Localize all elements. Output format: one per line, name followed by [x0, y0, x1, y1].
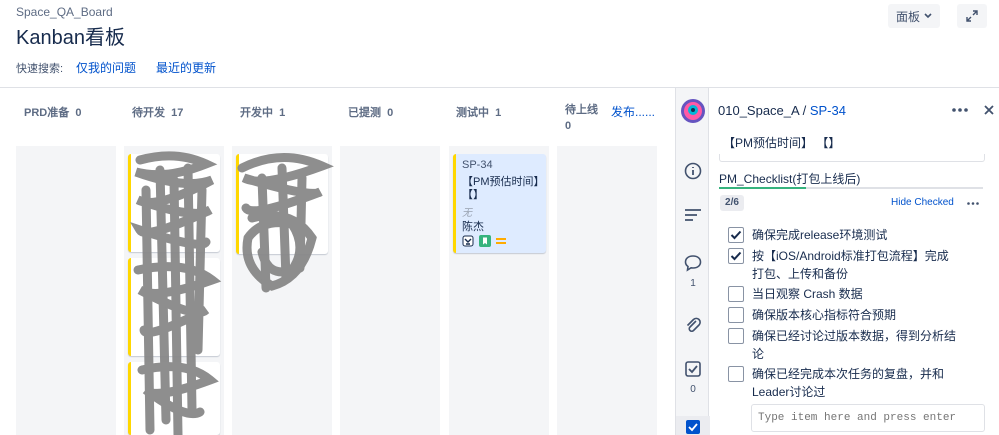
column-header-release[interactable]: 发布......: [611, 103, 655, 120]
column-header-prd: PRD准备 0: [24, 107, 82, 119]
quick-search-label: 快速搜索:: [16, 63, 64, 75]
checklist-title: PM_Checklist(打包上线后): [719, 172, 861, 186]
checklist-icon: [685, 361, 701, 377]
comments-count: 1: [690, 278, 696, 289]
summary-field-edge: [719, 154, 985, 162]
checkbox-checked[interactable]: [728, 227, 744, 243]
priority-medium-icon: [496, 238, 506, 244]
check-icon: [730, 230, 742, 240]
issue-breadcrumb: 010_Space_A / SP-34: [718, 103, 846, 118]
checklist-progress-badge: 2/6: [720, 195, 744, 211]
checkbox-unchecked[interactable]: [728, 366, 744, 382]
checkbox-checked[interactable]: [728, 248, 744, 264]
checklist-item[interactable]: 确保已经完成本次任务的复盘，并和Leader讨论过: [728, 365, 958, 401]
checklist-new-item-input[interactable]: [751, 404, 985, 432]
more-actions-icon[interactable]: [952, 108, 968, 112]
expand-icon: [966, 10, 978, 22]
checklist-item-text: 当日观察 Crash 数据: [752, 287, 863, 301]
project-name[interactable]: Space_QA_Board: [16, 5, 113, 19]
project-avatar-icon: [681, 99, 705, 123]
card-assignee: 陈杰: [462, 221, 484, 233]
selected-issue-card[interactable]: SP-34 【PM预估时间】【】 无 陈杰: [453, 154, 546, 253]
comment-icon: [684, 255, 702, 272]
checklist-tab[interactable]: [676, 360, 710, 378]
column-header-submitted: 已提测 0: [348, 107, 394, 119]
checkbox-unchecked[interactable]: [728, 286, 744, 302]
hide-checked-link[interactable]: Hide Checked: [891, 197, 954, 208]
column-prd: [16, 146, 116, 435]
project-avatar[interactable]: [676, 98, 710, 124]
description-icon: [685, 209, 701, 221]
checklist-count: 0: [690, 384, 696, 395]
info-icon: [684, 162, 702, 180]
card-empty-field: 无: [462, 208, 472, 219]
column-to-release: [557, 146, 657, 435]
breadcrumb-project[interactable]: 010_Space_A: [718, 103, 799, 118]
checklist-more-icon[interactable]: [967, 202, 979, 205]
quick-filter-my-issues[interactable]: 仅我的问题: [76, 59, 136, 76]
avatar-icon: [462, 235, 474, 247]
board-menu-label: 面板: [895, 9, 920, 24]
chevron-down-icon: [924, 13, 932, 19]
checklist-item-text: 确保版本核心指标符合预期: [752, 308, 897, 322]
issue-summary[interactable]: 【PM预估时间】 【】: [723, 134, 840, 151]
check-icon: [730, 251, 742, 261]
column-header-in-dev: 开发中 1: [240, 107, 286, 119]
checkbox-unchecked[interactable]: [728, 328, 744, 344]
checklist-item-text: 确保已经完成本次任务的复盘，并和Leader讨论过: [752, 367, 945, 399]
checklist-item[interactable]: 确保完成release环境测试: [728, 226, 958, 244]
quick-filter-recent-updates[interactable]: 最近的更新: [156, 59, 216, 76]
page-title: Kanban看板: [16, 27, 125, 49]
checklist-item-text: 按【iOS/Android标准打包流程】完成打包、上传和备份: [752, 249, 949, 281]
close-icon[interactable]: [984, 105, 994, 115]
checklist-item-text: 确保完成release环境测试: [752, 228, 888, 242]
description-tab[interactable]: [676, 208, 710, 222]
checklist-active-tab[interactable]: [676, 416, 710, 435]
attachment-icon: [686, 317, 701, 333]
checklist-active-icon: [686, 420, 700, 434]
board-header: Space_QA_Board Kanban看板 快速搜索: 仅我的问题 最近的更…: [0, 0, 999, 88]
details-tab[interactable]: [676, 162, 710, 180]
story-icon: [479, 235, 491, 247]
board-menu-button[interactable]: 面板: [888, 4, 940, 28]
fullscreen-button[interactable]: [957, 4, 987, 28]
column-header-todo: 待开发 17: [132, 107, 184, 119]
column-header-testing: 测试中 1: [456, 107, 502, 119]
checklist-item[interactable]: 确保版本核心指标符合预期: [728, 306, 958, 324]
redaction-scribble: [237, 153, 334, 293]
checklist-item-text: 确保已经讨论过版本数据，得到分析结论: [752, 329, 957, 361]
detail-side-rail: 1 0: [675, 88, 710, 435]
card-summary: 【PM预估时间】【】: [462, 176, 539, 201]
breadcrumb-issue-key[interactable]: SP-34: [810, 103, 846, 118]
card-issue-key[interactable]: SP-34: [462, 159, 493, 171]
checkbox-unchecked[interactable]: [728, 307, 744, 323]
redaction-scribble: [129, 151, 222, 435]
column-submitted: [340, 146, 440, 435]
checklist-item[interactable]: 按【iOS/Android标准打包流程】完成打包、上传和备份: [728, 247, 958, 283]
checklist-progress-bar: [719, 187, 983, 189]
column-header-to-release: 待上线 0: [565, 104, 598, 132]
comments-tab[interactable]: [676, 254, 710, 272]
checklist-item[interactable]: 当日观察 Crash 数据: [728, 285, 958, 303]
checklist-item[interactable]: 确保已经讨论过版本数据，得到分析结论: [728, 327, 958, 363]
attachments-tab[interactable]: [676, 316, 710, 334]
checklist-progress-fill: [719, 187, 807, 189]
